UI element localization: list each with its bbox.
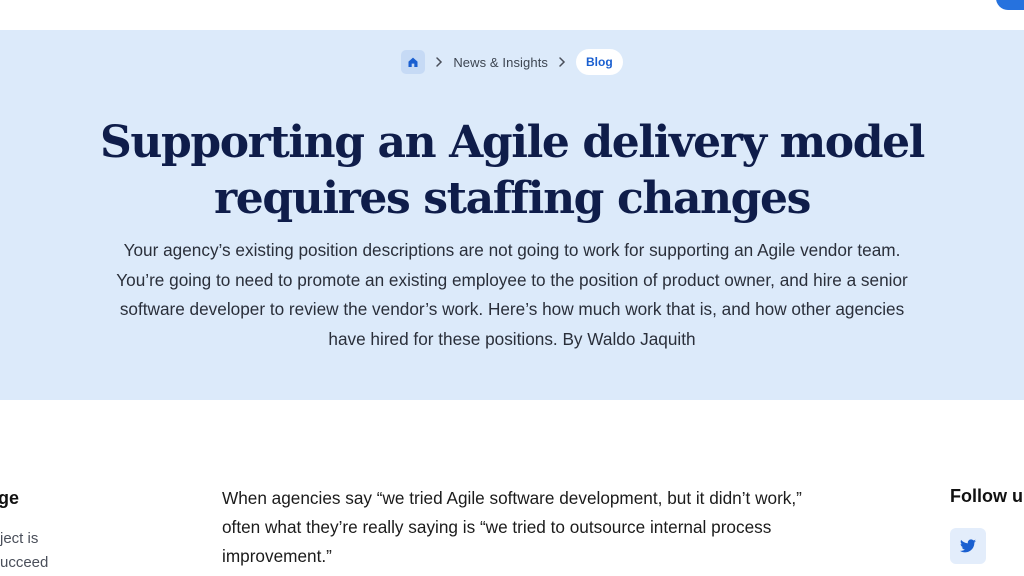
breadcrumb-home-link[interactable] (401, 50, 426, 74)
page-subtitle: Your agency’s existing position descript… (116, 240, 908, 349)
left-sidebar-heading: ge (0, 488, 20, 508)
header-action-button[interactable] (996, 0, 1024, 10)
left-sidebar-text-line: ject is (0, 530, 39, 547)
breadcrumb-current-blog[interactable]: Blog (576, 49, 623, 75)
page-title: Supporting an Agile delivery model requi… (0, 115, 1024, 227)
article-paragraph: When agencies say “we tried Agile softwa… (222, 488, 802, 566)
left-sidebar-text-line: ucceed (0, 554, 49, 571)
home-icon (408, 57, 418, 67)
follow-us-heading: Follow u (950, 486, 1023, 506)
page-title-line-2: requires staffing changes (214, 173, 811, 224)
article-body: When agencies say “we tried Agile softwa… (222, 484, 802, 571)
page-title-line-1: Supporting an Agile delivery model (100, 117, 925, 168)
chevron-right-icon (425, 50, 453, 74)
chevron-right-icon (548, 50, 576, 74)
twitter-link[interactable] (950, 528, 986, 564)
breadcrumb-news-insights-link[interactable]: News & Insights (453, 55, 548, 70)
breadcrumb: News & Insights Blog (0, 49, 1024, 75)
top-navigation-bar (0, 0, 1024, 30)
twitter-icon (960, 539, 976, 553)
